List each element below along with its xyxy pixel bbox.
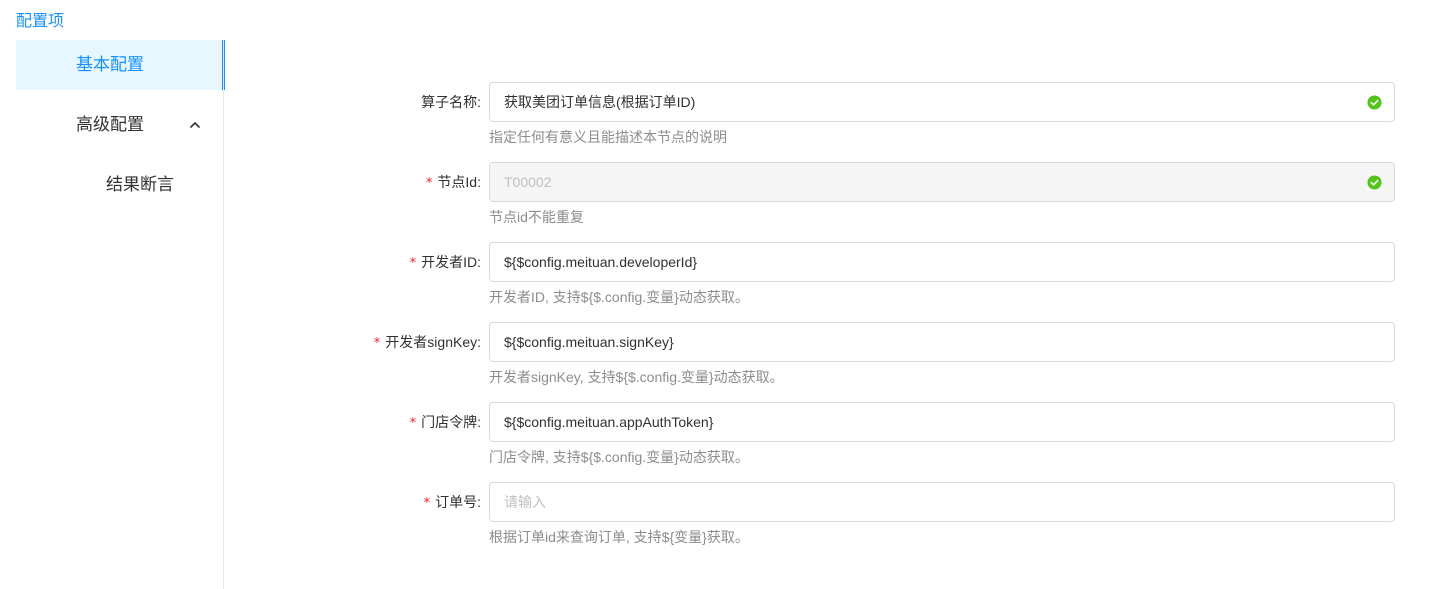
node-id-help: 节点id不能重复 [489, 209, 584, 225]
sign-key-label: * 开发者signKey: [373, 334, 481, 351]
sign-key-input[interactable] [490, 323, 1394, 361]
node-id-label: * 节点Id: [425, 174, 481, 191]
operator-name-field [489, 82, 1395, 122]
sidebar-item-result-assertion[interactable]: 结果断言 [16, 160, 225, 210]
operator-name-input[interactable] [490, 83, 1394, 121]
developer-id-help: 开发者ID, 支持${$.config.变量}动态获取。 [489, 289, 749, 305]
check-circle-icon [1367, 175, 1382, 190]
required-mark: * [409, 416, 417, 431]
node-id-field [489, 162, 1395, 202]
required-mark: * [423, 496, 431, 511]
sidebar-item-advanced-config[interactable]: 高级配置 [16, 100, 225, 150]
order-number-label: * 订单号: [423, 494, 481, 511]
operator-name-label: 算子名称: [421, 94, 481, 110]
store-token-input[interactable] [490, 403, 1394, 441]
sidebar-item-label: 结果断言 [106, 175, 174, 194]
developer-id-field [489, 242, 1395, 282]
check-circle-icon [1367, 95, 1382, 110]
developer-id-label: * 开发者ID: [409, 254, 481, 271]
sidebar-item-label: 基本配置 [76, 55, 144, 74]
operator-name-help: 指定任何有意义且能描述本节点的说明 [489, 129, 727, 145]
required-mark: * [409, 256, 417, 271]
required-mark: * [373, 336, 381, 351]
sign-key-help: 开发者signKey, 支持${$.config.变量}动态获取。 [489, 369, 784, 385]
sidebar-item-basic-config[interactable]: 基本配置 [16, 40, 225, 90]
required-mark: * [425, 176, 433, 191]
section-title: 配置项 [16, 13, 65, 30]
node-id-input [490, 163, 1394, 201]
sign-key-field [489, 322, 1395, 362]
sidebar-menu: 基本配置 高级配置 结果断言 [0, 40, 225, 589]
sidebar-item-label: 高级配置 [76, 115, 144, 134]
chevron-up-icon [190, 122, 200, 128]
order-number-help: 根据订单id来查询订单, 支持${变量}获取。 [489, 529, 749, 545]
order-number-field [489, 482, 1395, 522]
order-number-input[interactable] [490, 483, 1394, 521]
store-token-field [489, 402, 1395, 442]
store-token-label: * 门店令牌: [409, 414, 481, 431]
store-token-help: 门店令牌, 支持${$.config.变量}动态获取。 [489, 449, 749, 465]
sidebar-divider [223, 40, 224, 589]
developer-id-input[interactable] [490, 243, 1394, 281]
